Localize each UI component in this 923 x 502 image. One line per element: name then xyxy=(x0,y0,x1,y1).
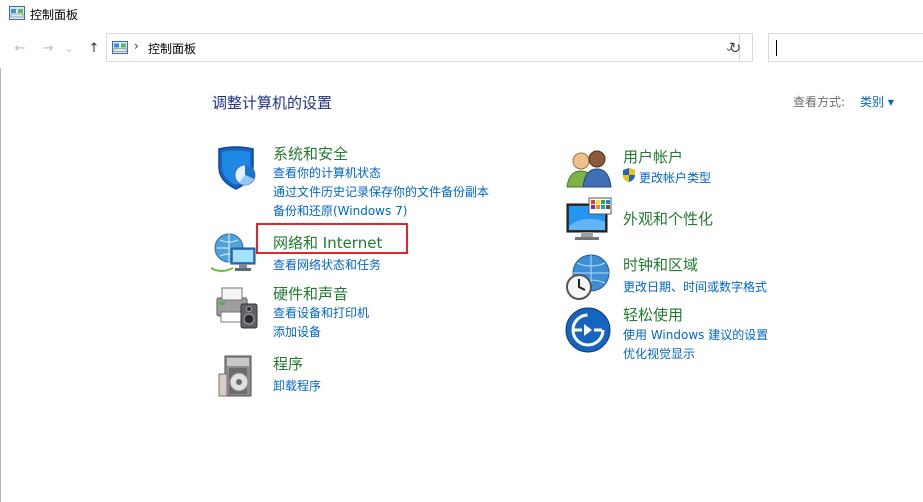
link-optimize-visual-display[interactable]: 优化视觉显示 xyxy=(623,345,695,362)
uac-shield-icon xyxy=(623,168,635,182)
link-add-device[interactable]: 添加设备 xyxy=(273,323,321,340)
link-recommended-settings[interactable]: 使用 Windows 建议的设置 xyxy=(623,326,768,343)
page-title: 调整计算机的设置 xyxy=(212,94,333,112)
window-title: 控制面板 xyxy=(30,8,79,22)
view-by-dropdown[interactable]: 类别 ▾ xyxy=(860,93,894,110)
category-user-accounts[interactable]: 用户帐户 xyxy=(623,146,683,167)
up-button[interactable]: ↑ xyxy=(84,38,104,58)
breadcrumb-control-panel[interactable]: 控制面板 xyxy=(148,40,196,57)
link-file-history-backup[interactable]: 通过文件历史记录保存你的文件备份副本 xyxy=(273,183,489,200)
forward-button[interactable]: → xyxy=(38,38,58,58)
category-ease-of-access[interactable]: 轻松使用 xyxy=(623,304,683,325)
refresh-button[interactable]: ↻ xyxy=(722,35,748,61)
link-devices-printers[interactable]: 查看设备和打印机 xyxy=(273,304,369,321)
breadcrumb-separator[interactable]: › xyxy=(134,39,139,53)
ease-of-access-icon[interactable] xyxy=(564,306,612,354)
search-input[interactable] xyxy=(768,33,923,62)
link-change-account-type[interactable]: 更改帐户类型 xyxy=(639,169,711,186)
monitor-palette-icon[interactable] xyxy=(565,196,613,244)
recent-locations-button[interactable]: ⌄ xyxy=(62,38,76,58)
link-view-computer-status[interactable]: 查看你的计算机状态 xyxy=(273,164,381,181)
clock-globe-icon[interactable] xyxy=(563,253,611,301)
highlight-box xyxy=(256,223,408,254)
category-system-security[interactable]: 系统和安全 xyxy=(273,143,348,164)
category-programs[interactable]: 程序 xyxy=(273,353,303,374)
text-cursor xyxy=(776,40,777,56)
control-panel-icon xyxy=(9,6,25,20)
link-uninstall-program[interactable]: 卸载程序 xyxy=(273,377,321,394)
address-bar[interactable]: › 控制面板 ⌄ xyxy=(106,33,753,62)
control-panel-icon xyxy=(112,41,128,54)
users-icon[interactable] xyxy=(565,145,613,193)
network-globe-icon[interactable] xyxy=(211,228,259,276)
view-by-label: 查看方式: xyxy=(793,95,846,109)
link-network-status-tasks[interactable]: 查看网络状态和任务 xyxy=(273,256,381,273)
window-edge xyxy=(0,68,1,502)
category-clock-region[interactable]: 时钟和区域 xyxy=(623,254,698,275)
printer-speaker-icon[interactable] xyxy=(213,284,261,332)
link-change-date-time-format[interactable]: 更改日期、时间或数字格式 xyxy=(623,278,767,295)
category-hardware-sound[interactable]: 硬件和声音 xyxy=(273,283,348,304)
title-bar: 控制面板 xyxy=(0,0,923,28)
link-backup-restore[interactable]: 备份和还原(Windows 7) xyxy=(273,202,407,219)
programs-disc-icon[interactable] xyxy=(215,352,263,400)
back-button[interactable]: ← xyxy=(10,38,30,58)
category-appearance-personalization[interactable]: 外观和个性化 xyxy=(623,208,713,229)
shield-icon[interactable] xyxy=(213,143,261,191)
